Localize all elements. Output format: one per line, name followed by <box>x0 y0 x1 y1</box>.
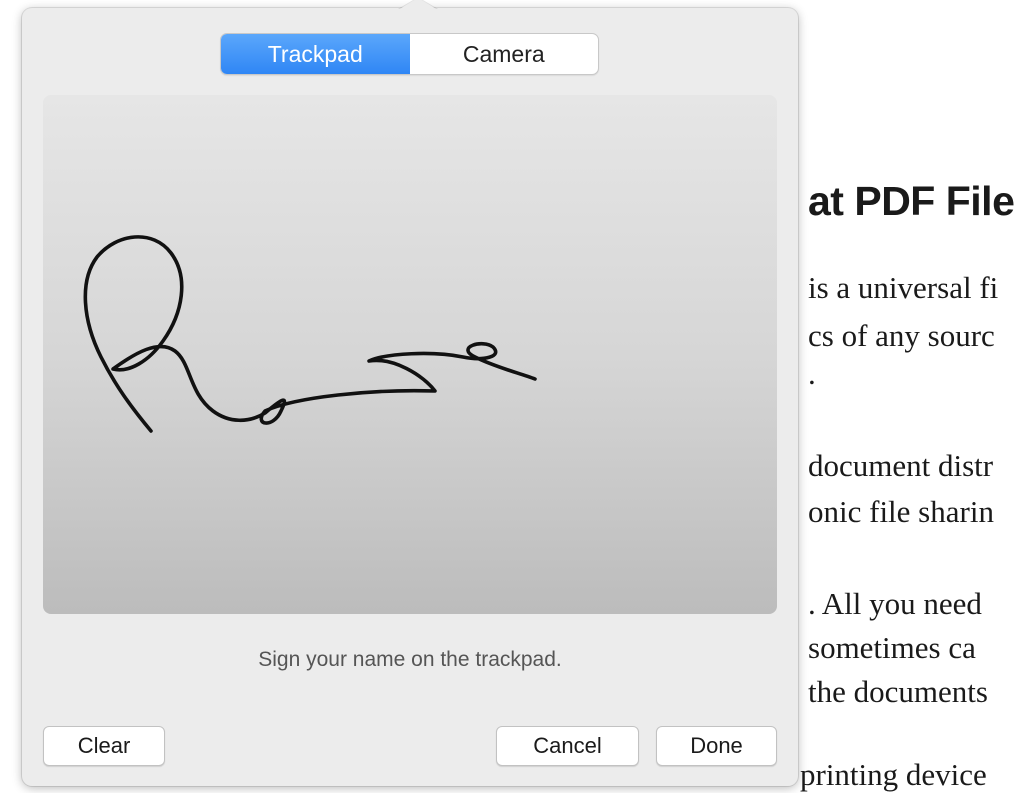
document-line: cs of any sourc <box>808 318 995 353</box>
cancel-button[interactable]: Cancel <box>496 726 639 766</box>
tab-camera[interactable]: Camera <box>410 34 599 74</box>
signature-popover: Trackpad Camera Sign your name on the tr… <box>22 0 798 786</box>
document-line: the documents <box>808 674 988 709</box>
document-line: document distr <box>808 448 994 483</box>
document-line: . <box>808 356 816 391</box>
signature-hint: Sign your name on the trackpad. <box>258 648 562 671</box>
done-button[interactable]: Done <box>656 726 777 766</box>
signature-stroke <box>83 235 537 433</box>
document-line: . All you need <box>808 586 982 621</box>
document-heading: at PDF File <box>808 178 1015 224</box>
tab-trackpad[interactable]: Trackpad <box>221 34 410 74</box>
input-source-segmented-control: Trackpad Camera <box>220 33 599 75</box>
document-line: sometimes ca <box>808 630 976 665</box>
document-line: is a universal fi <box>808 270 999 305</box>
signature-drawing-area[interactable] <box>43 95 777 614</box>
popover-arrow <box>398 0 438 10</box>
clear-button[interactable]: Clear <box>43 726 165 766</box>
document-line: onic file sharin <box>808 494 994 529</box>
document-line: printing device <box>800 757 987 792</box>
